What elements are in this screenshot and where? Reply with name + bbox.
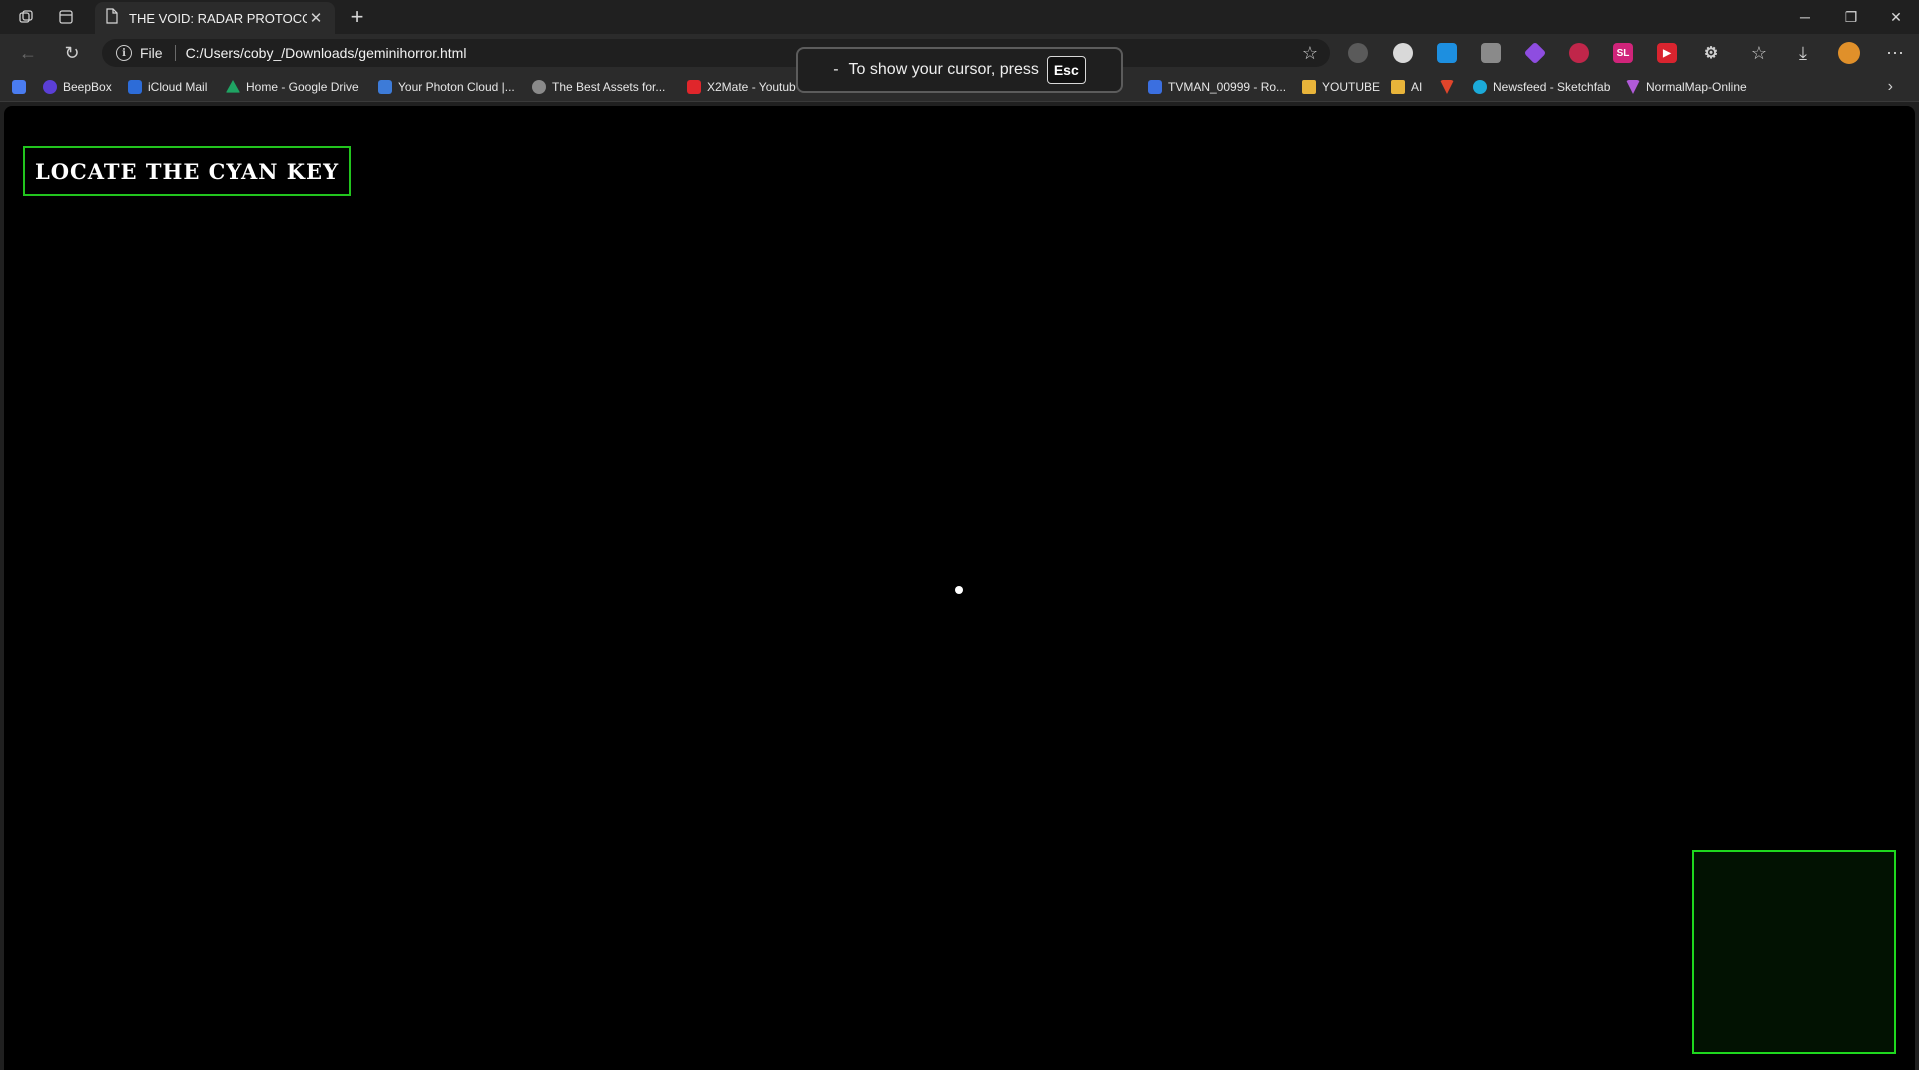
scheme-label: File bbox=[140, 45, 163, 61]
bookmark-label: X2Mate - Youtub bbox=[707, 80, 796, 94]
bookmark-unity-assets[interactable]: The Best Assets for... bbox=[532, 78, 665, 96]
objective-label: LOCATE THE CYAN KEY bbox=[23, 146, 352, 196]
crosshair-dot bbox=[955, 586, 963, 594]
active-tab[interactable]: THE VOID: RADAR PROTOCOL ✕ bbox=[95, 2, 335, 34]
new-tab-button[interactable]: + bbox=[345, 4, 369, 29]
folder-icon bbox=[1391, 80, 1405, 94]
title-bar: THE VOID: RADAR PROTOCOL ✕ + ─ ❐ ✕ bbox=[0, 0, 1919, 34]
unity-icon bbox=[532, 80, 546, 94]
restore-button[interactable]: ❐ bbox=[1828, 0, 1874, 34]
vertical-tabs-icon[interactable] bbox=[56, 7, 76, 27]
favorites-icon[interactable]: ☆ bbox=[1749, 43, 1769, 63]
url-text[interactable]: C:/Users/coby_/Downloads/geminihorror.ht… bbox=[186, 45, 467, 61]
x2mate-icon bbox=[687, 80, 701, 94]
info-icon[interactable]: i bbox=[116, 45, 132, 61]
bookmark-tvman[interactable]: TVMAN_00999 - Ro... bbox=[1148, 78, 1286, 96]
extension-5-icon[interactable] bbox=[1523, 41, 1547, 65]
extension-8-icon[interactable]: ▶ bbox=[1657, 43, 1677, 63]
workspaces-icon[interactable] bbox=[16, 7, 36, 27]
bookmark-label: BeepBox bbox=[63, 80, 112, 94]
bookmarks-overflow-chevron-icon[interactable]: › bbox=[1888, 78, 1893, 96]
toast-dash: - bbox=[833, 61, 839, 78]
x-brand-icon bbox=[1440, 80, 1454, 94]
settings-menu-icon[interactable]: ⋯ bbox=[1885, 43, 1905, 63]
extension-4-icon[interactable] bbox=[1481, 43, 1501, 63]
bookmark-label: The Best Assets for... bbox=[552, 80, 666, 94]
profile-avatar[interactable] bbox=[1838, 42, 1860, 64]
bookmark-beepbox[interactable]: BeepBox bbox=[43, 78, 112, 96]
bookmark-label: Your Photon Cloud |... bbox=[398, 80, 515, 94]
bookmark-folder-youtube[interactable]: YOUTUBE bbox=[1302, 78, 1380, 96]
pointer-lock-toast: - To show your cursor, press Esc bbox=[796, 47, 1123, 93]
folder-icon bbox=[1302, 80, 1316, 94]
esc-key-badge: Esc bbox=[1046, 56, 1086, 84]
favorite-star-icon[interactable]: ☆ bbox=[1302, 43, 1318, 64]
page-icon bbox=[105, 7, 119, 29]
icloud-mail-icon bbox=[128, 80, 142, 94]
bookmark-x2mate[interactable]: X2Mate - Youtub bbox=[687, 78, 796, 96]
roblox-icon bbox=[1148, 80, 1162, 94]
game-viewport[interactable]: LOCATE THE CYAN KEY bbox=[4, 106, 1915, 1070]
bookmark-docs[interactable] bbox=[12, 78, 32, 96]
bookmark-label: NormalMap-Online bbox=[1646, 80, 1747, 94]
photon-icon bbox=[378, 80, 392, 94]
extension-sl-icon[interactable]: SL bbox=[1613, 43, 1633, 63]
address-divider bbox=[174, 45, 176, 61]
bookmark-label: Newsfeed - Sketchfab bbox=[1493, 80, 1611, 94]
bookmark-folder-ai[interactable]: AI bbox=[1391, 78, 1422, 96]
bookmark-normalmap[interactable]: NormalMap-Online bbox=[1626, 78, 1747, 96]
extension-1-icon[interactable] bbox=[1348, 43, 1368, 63]
normalmap-icon bbox=[1626, 80, 1640, 94]
bookmark-label: iCloud Mail bbox=[148, 80, 208, 94]
tab-close-icon[interactable]: ✕ bbox=[307, 9, 325, 27]
extension-3-icon[interactable] bbox=[1437, 43, 1457, 63]
sketchfab-icon bbox=[1473, 80, 1487, 94]
bookmark-sketchfab[interactable]: Newsfeed - Sketchfab bbox=[1473, 78, 1610, 96]
bookmark-google-drive[interactable]: Home - Google Drive bbox=[226, 78, 359, 96]
toast-message: To show your cursor, press bbox=[848, 61, 1039, 78]
extension-2-icon[interactable] bbox=[1393, 43, 1413, 63]
bookmark-x-brand[interactable] bbox=[1440, 78, 1460, 96]
radar-minimap bbox=[1692, 850, 1896, 1054]
docs-icon bbox=[12, 80, 26, 94]
close-window-button[interactable]: ✕ bbox=[1873, 0, 1919, 34]
bookmark-label: Home - Google Drive bbox=[246, 80, 359, 94]
back-button[interactable]: ← bbox=[15, 41, 41, 65]
bookmark-label: YOUTUBE bbox=[1322, 80, 1381, 94]
address-bar[interactable]: i File C:/Users/coby_/Downloads/geminiho… bbox=[102, 39, 1330, 67]
google-drive-icon bbox=[226, 80, 240, 93]
bookmark-icloud-mail[interactable]: iCloud Mail bbox=[128, 78, 207, 96]
extensions-puzzle-icon[interactable]: ⚙ bbox=[1701, 43, 1721, 63]
bookmark-photon-cloud[interactable]: Your Photon Cloud |... bbox=[378, 78, 515, 96]
extension-6-icon[interactable] bbox=[1569, 43, 1589, 63]
beepbox-icon bbox=[43, 80, 57, 94]
bookmark-label: AI bbox=[1411, 80, 1423, 94]
minimize-button[interactable]: ─ bbox=[1782, 0, 1828, 34]
downloads-icon[interactable]: ⤓ bbox=[1793, 43, 1813, 63]
tab-title: THE VOID: RADAR PROTOCOL bbox=[129, 10, 307, 26]
reload-button[interactable]: ↻ bbox=[59, 41, 85, 65]
bookmark-label: TVMAN_00999 - Ro... bbox=[1168, 80, 1287, 94]
